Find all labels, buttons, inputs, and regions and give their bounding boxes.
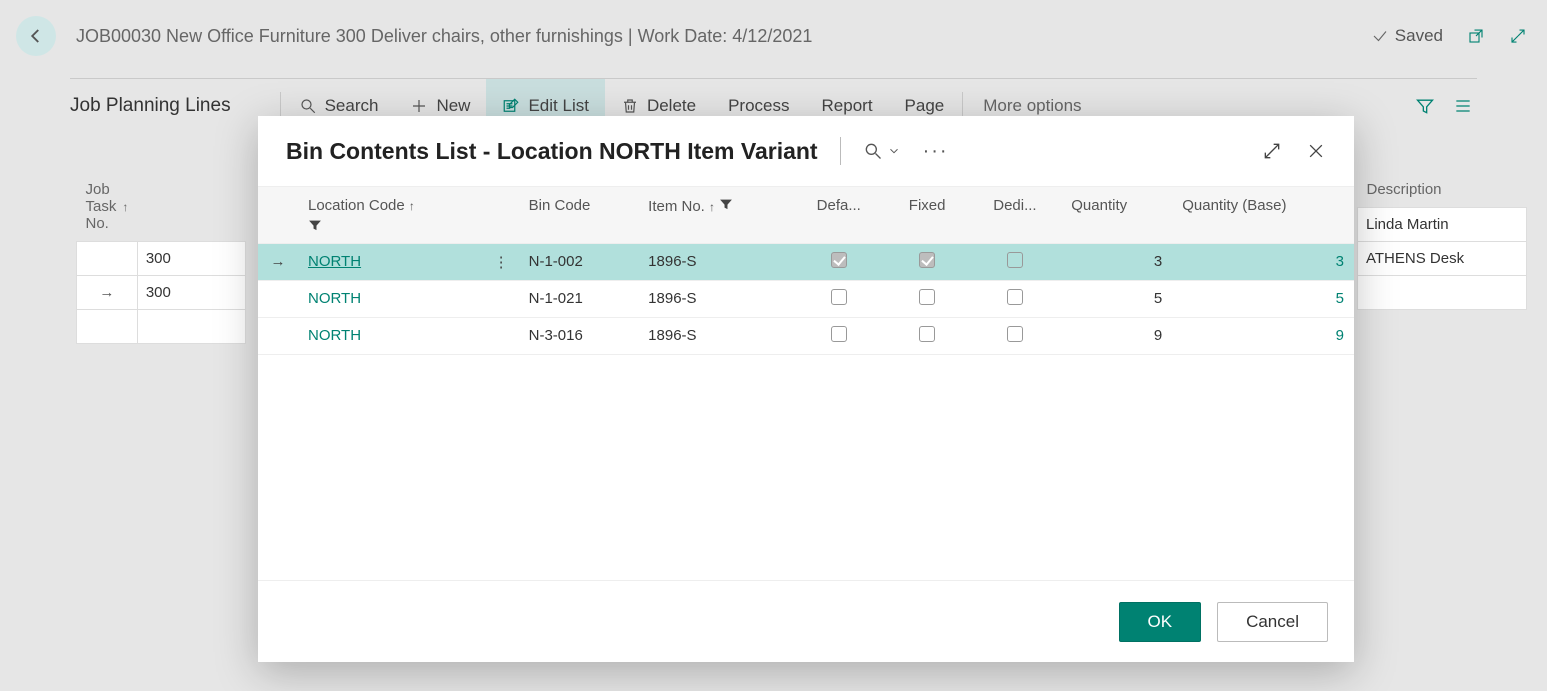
location-link[interactable]: NORTH <box>308 253 361 270</box>
item-no-cell: 1896-S <box>638 243 792 280</box>
fixed-checkbox[interactable] <box>886 317 969 354</box>
dialog-body: Location Code ↑ Bin Code Item No. ↑ Defa… <box>258 186 1354 580</box>
delete-label: Delete <box>647 96 696 116</box>
fixed-checkbox[interactable] <box>886 243 969 280</box>
search-icon <box>299 97 317 115</box>
more-options-label: More options <box>983 96 1081 116</box>
dialog-header: Bin Contents List - Location NORTH Item … <box>258 116 1354 186</box>
table-row[interactable]: →300 <box>77 276 246 310</box>
item-no-cell: 1896-S <box>638 280 792 317</box>
dialog-separator <box>840 137 841 165</box>
page-header: JOB00030 New Office Furniture 300 Delive… <box>10 12 1537 60</box>
col-quantity-base[interactable]: Quantity (Base) <box>1172 187 1354 243</box>
popout-icon[interactable] <box>1467 27 1485 45</box>
item-no-cell: 1896-S <box>638 317 792 354</box>
new-label: New <box>436 96 470 116</box>
dedicated-checkbox[interactable] <box>969 243 1062 280</box>
row-arrow <box>258 280 298 317</box>
search-icon <box>863 141 883 161</box>
quantity-cell: 9 <box>1061 317 1172 354</box>
bin-contents-table: Location Code ↑ Bin Code Item No. ↑ Defa… <box>258 187 1354 355</box>
row-menu-icon[interactable]: ⋮ <box>484 243 519 280</box>
quantity-cell: 3 <box>1061 243 1172 280</box>
default-checkbox[interactable] <box>792 317 886 354</box>
table-row[interactable]: 300 <box>77 242 246 276</box>
page-title: JOB00030 New Office Furniture 300 Delive… <box>76 26 1371 47</box>
dedicated-checkbox[interactable] <box>969 280 1062 317</box>
quantity-base-link[interactable]: 3 <box>1172 243 1354 280</box>
col-dedicated[interactable]: Dedi... <box>969 187 1062 243</box>
dedicated-checkbox[interactable] <box>969 317 1062 354</box>
default-checkbox[interactable] <box>792 280 886 317</box>
ok-button[interactable]: OK <box>1119 602 1202 642</box>
col-job-task-no[interactable]: Job Task No. ↑ <box>77 172 138 241</box>
expand-icon[interactable] <box>1262 141 1282 161</box>
list-settings-icon[interactable] <box>1453 96 1473 116</box>
table-row[interactable] <box>77 310 246 344</box>
edit-list-label: Edit List <box>528 96 588 116</box>
bin-contents-dialog: Bin Contents List - Location NORTH Item … <box>258 116 1354 662</box>
col-description[interactable]: Description <box>1358 172 1527 207</box>
back-button[interactable] <box>16 16 56 56</box>
row-arrow: → <box>258 243 298 280</box>
table-row[interactable]: Linda Martin <box>1358 208 1527 242</box>
quantity-base-link[interactable]: 5 <box>1172 280 1354 317</box>
row-arrow <box>258 317 298 354</box>
location-link[interactable]: NORTH <box>308 327 361 344</box>
row-menu-icon[interactable] <box>484 317 519 354</box>
filter-icon[interactable] <box>1415 96 1435 116</box>
col-location-code[interactable]: Location Code ↑ <box>298 187 484 243</box>
col-bin-code[interactable]: Bin Code <box>519 187 639 243</box>
arrow-left-icon <box>27 27 45 45</box>
col-fixed[interactable]: Fixed <box>886 187 969 243</box>
saved-indicator: Saved <box>1371 26 1443 46</box>
plus-icon <box>410 97 428 115</box>
table-row[interactable]: NORTH N-3-0161896-S 99 <box>258 317 1354 354</box>
section-title: Job Planning Lines <box>70 95 268 117</box>
saved-label: Saved <box>1395 26 1443 46</box>
bin-code-cell: N-1-021 <box>519 280 639 317</box>
table-row[interactable]: NORTH N-1-0211896-S 55 <box>258 280 1354 317</box>
filter-icon <box>719 197 733 211</box>
search-label: Search <box>325 96 379 116</box>
table-row[interactable]: → NORTH ⋮N-1-0021896-S 33 <box>258 243 1354 280</box>
close-icon[interactable] <box>1306 141 1326 161</box>
checkmark-icon <box>1371 27 1389 45</box>
fixed-checkbox[interactable] <box>886 280 969 317</box>
header-actions: Saved <box>1371 26 1527 46</box>
bin-code-cell: N-1-002 <box>519 243 639 280</box>
dialog-footer: OK Cancel <box>258 580 1354 662</box>
process-label: Process <box>728 96 789 116</box>
table-row[interactable] <box>1358 276 1527 310</box>
dialog-more-icon[interactable]: ··· <box>923 140 949 163</box>
default-checkbox[interactable] <box>792 243 886 280</box>
col-quantity[interactable]: Quantity <box>1061 187 1172 243</box>
report-label: Report <box>822 96 873 116</box>
edit-list-icon <box>502 97 520 115</box>
trash-icon <box>621 97 639 115</box>
col-default[interactable]: Defa... <box>792 187 886 243</box>
filter-icon <box>308 218 322 232</box>
cancel-button[interactable]: Cancel <box>1217 602 1328 642</box>
collapse-icon[interactable] <box>1509 27 1527 45</box>
quantity-cell: 5 <box>1061 280 1172 317</box>
row-menu-icon[interactable] <box>484 280 519 317</box>
toolbar-right <box>1415 96 1477 116</box>
col-item-no[interactable]: Item No. ↑ <box>638 187 792 243</box>
page-label: Page <box>905 96 945 116</box>
quantity-base-link[interactable]: 9 <box>1172 317 1354 354</box>
bin-code-cell: N-3-016 <box>519 317 639 354</box>
chevron-down-icon <box>887 144 901 158</box>
dialog-search[interactable] <box>863 141 901 161</box>
table-row[interactable]: ATHENS Desk <box>1358 242 1527 276</box>
location-link[interactable]: NORTH <box>308 290 361 307</box>
dialog-title: Bin Contents List - Location NORTH Item … <box>286 138 818 165</box>
